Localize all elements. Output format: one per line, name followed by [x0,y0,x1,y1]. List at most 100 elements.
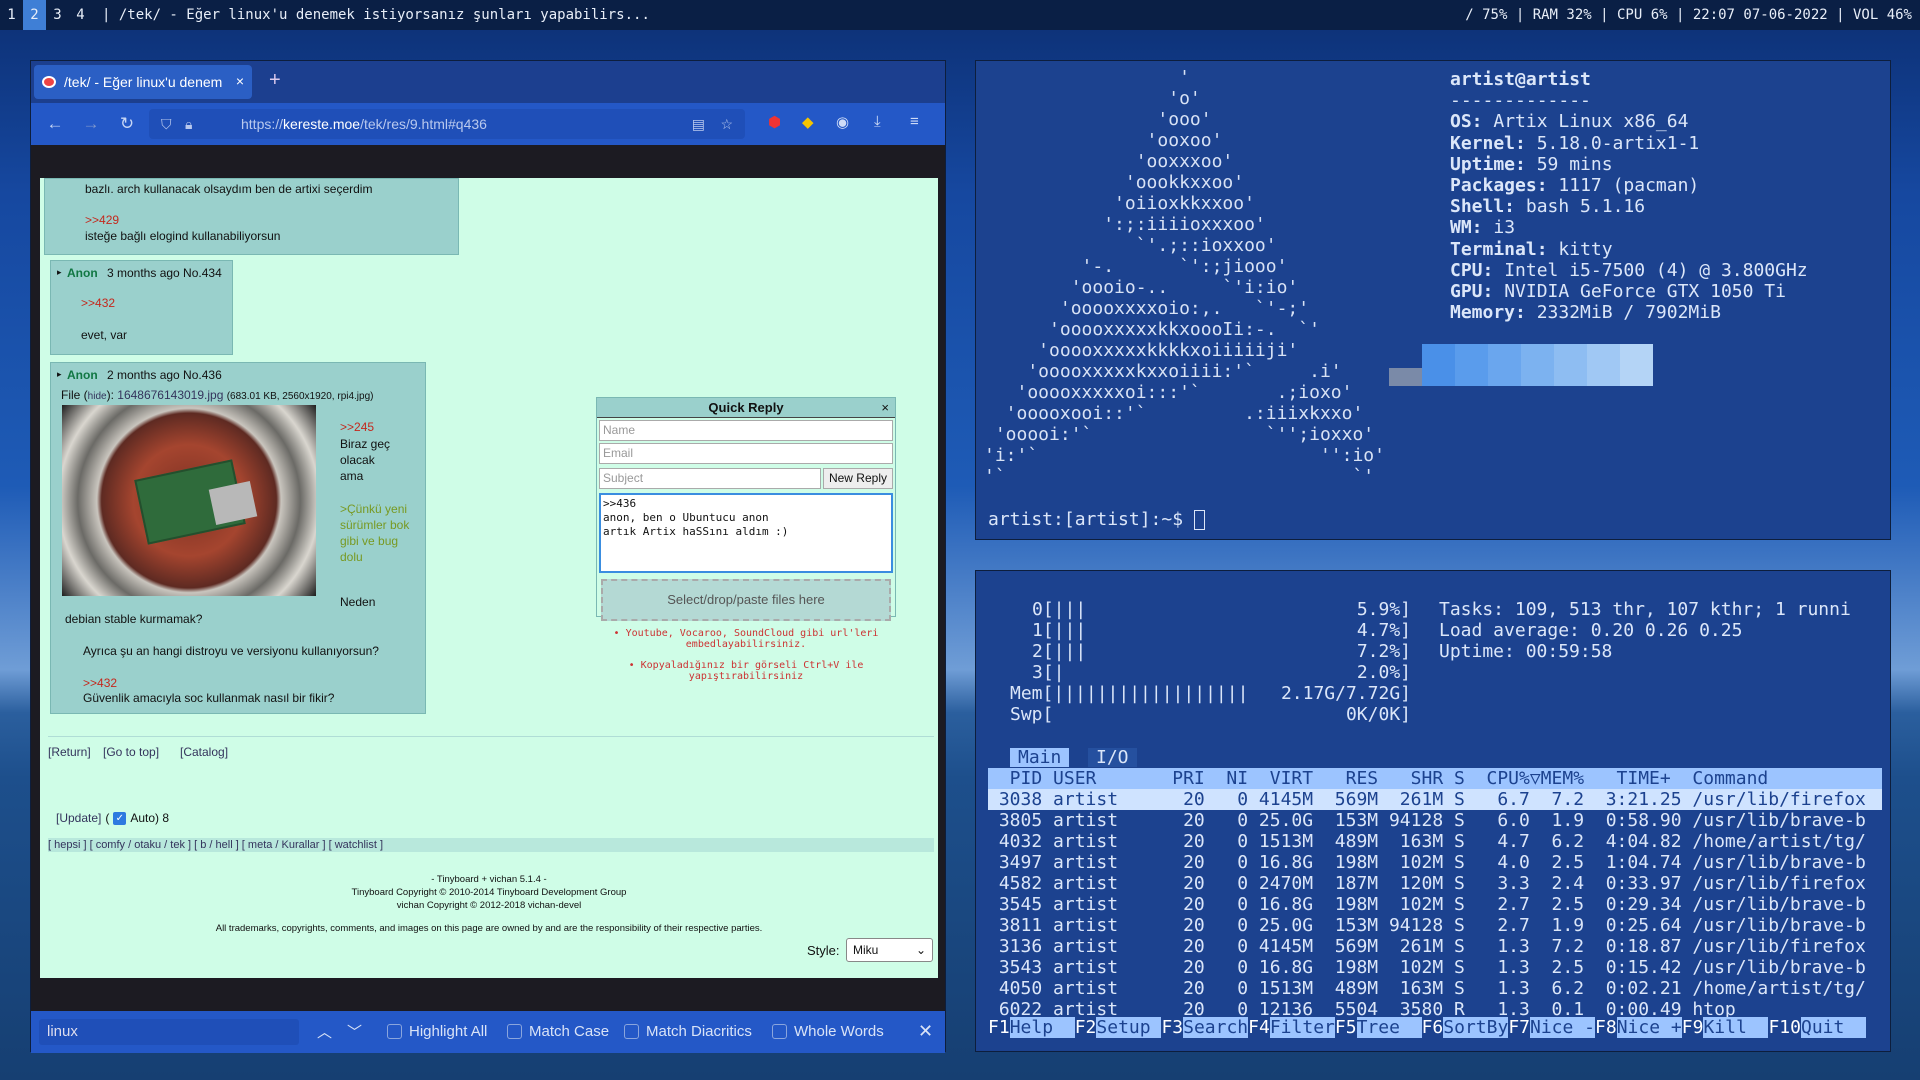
table-row[interactable]: 3545 artist 20 0 16.8G 198M 102M S 2.7 2… [988,894,1882,915]
highlight-all-option[interactable]: Highlight All [387,1023,487,1040]
workspace-1[interactable]: 1 [0,0,23,30]
post-meta[interactable]: 2 months ago No.436 [107,368,222,382]
match-diacritics-option[interactable]: Match Diacritics [624,1023,752,1040]
find-input[interactable]: linux [39,1019,299,1045]
menu-icon[interactable]: ≡ [910,113,919,130]
subject-field[interactable]: Subject [599,468,821,489]
post-quote-link[interactable]: >>245 [340,420,374,434]
whole-words-option[interactable]: Whole Words [772,1023,884,1040]
post-meta[interactable]: 3 months ago No.434 [107,266,222,280]
reader-mode-icon[interactable]: ▤ [692,109,705,139]
function-key[interactable]: F9 [1682,1017,1704,1038]
auto-update-checkbox[interactable]: ✓ [113,811,127,825]
file-link[interactable]: 1648676143019.jpg [117,388,223,402]
hide-file-link[interactable]: hide [88,391,107,402]
function-key-label[interactable]: Quit [1800,1017,1867,1038]
checkbox[interactable] [507,1024,522,1039]
table-row[interactable]: 4582 artist 20 0 2470M 187M 120M S 3.3 2… [988,873,1882,894]
function-key[interactable]: F3 [1161,1017,1183,1038]
function-key[interactable]: F6 [1422,1017,1444,1038]
function-key[interactable]: F7 [1508,1017,1530,1038]
table-row[interactable]: 3805 artist 20 0 25.0G 153M 94128 S 6.0 … [988,810,1882,831]
attached-image-raspberry-pi[interactable] [62,405,316,596]
function-key-label[interactable]: Nice - [1530,1017,1596,1038]
return-link[interactable]: [Return] [48,745,91,759]
function-key[interactable]: F2 [1075,1017,1097,1038]
reply-body-textarea[interactable]: >>436 anon, ben o Ubuntucu anon artık Ar… [599,493,893,573]
catalog-link[interactable]: [Catalog] [180,745,228,759]
board-list-links[interactable]: [ hepsi ] [ comfy / otaku / tek ] [ b / … [48,839,383,851]
process-table-header[interactable]: PID USER PRI NI VIRT RES SHR S CPU%▽MEM%… [988,768,1882,789]
shield-icon[interactable]: ⛉ [161,109,172,139]
function-key-label[interactable]: SortBy [1443,1017,1509,1038]
post-arrow-icon[interactable]: ▸ [57,369,62,380]
download-icon[interactable]: ⤓ [874,113,881,130]
shell-prompt[interactable]: artist:[artist]:~$ [988,509,1205,530]
board-list[interactable]: [ hepsi ] [ comfy / otaku / tek ] [ b / … [48,838,934,852]
table-row[interactable]: 4032 artist 20 0 1513M 489M 163M S 4.7 6… [988,831,1882,852]
workspace-3[interactable]: 3 [46,0,69,30]
function-key[interactable]: F1 [988,1017,1010,1038]
function-key-label[interactable]: Kill [1703,1017,1769,1038]
post-quote-link[interactable]: >>432 [83,676,117,690]
bookmark-star-icon[interactable]: ☆ [720,109,733,139]
back-arrow-icon[interactable]: ← [37,114,73,134]
workspace-4[interactable]: 4 [69,0,92,30]
forward-arrow-icon[interactable]: → [73,114,109,134]
update-link[interactable]: [Update] [56,811,101,825]
function-key-label[interactable]: Nice + [1616,1017,1682,1038]
load-average: Load average: 0.20 0.26 0.25 [1439,620,1743,641]
workspace-2[interactable]: 2 [23,0,46,30]
go-to-top-link[interactable]: [Go to top] [103,745,159,759]
file-drop-zone[interactable]: Select/drop/paste files here [601,579,891,621]
info-value: NVIDIA GeForce GTX 1050 Ti [1504,281,1786,303]
system-info: artist@artist ------------- OS: Artix Li… [1450,69,1808,324]
post-quote-link[interactable]: >>432 [81,296,115,310]
function-key[interactable]: F8 [1595,1017,1617,1038]
new-tab-button[interactable]: + [269,69,281,92]
checkbox[interactable] [624,1024,639,1039]
table-row[interactable]: 3811 artist 20 0 25.0G 153M 94128 S 2.7 … [988,915,1882,936]
function-key-label[interactable]: Filter [1269,1017,1335,1038]
terminal-neofetch[interactable]: ' 'o' 'ooo' 'ooxoo' 'ooxxxoo' 'oookkxxoo… [975,60,1891,540]
post-quote-link[interactable]: >>429 [85,213,119,227]
function-key-label[interactable]: Setup [1096,1017,1162,1038]
post-arrow-icon[interactable]: ▸ [57,267,62,278]
table-row[interactable]: 3136 artist 20 0 4145M 569M 261M S 1.3 7… [988,936,1882,957]
match-case-option[interactable]: Match Case [507,1023,609,1040]
table-row-selected[interactable]: 3038 artist 20 0 4145M 569M 261M S 6.7 7… [988,789,1882,810]
function-key[interactable]: F4 [1248,1017,1270,1038]
function-key[interactable]: F5 [1335,1017,1357,1038]
checkbox[interactable] [387,1024,402,1039]
table-row[interactable]: 3543 artist 20 0 16.8G 198M 102M S 1.3 2… [988,957,1882,978]
reload-icon[interactable]: ↻ [109,114,145,134]
extension-icon[interactable]: ◆ [802,113,814,131]
close-find-icon[interactable]: ✕ [918,1021,933,1042]
function-key-label[interactable]: Search [1183,1017,1249,1038]
tab-active[interactable]: /tek/ - Eğer linux'u denem × [34,65,252,99]
url-bar[interactable]: ⛉ 🔒︎ https://kereste.moe/tek/res/9.html#… [149,109,745,139]
privacy-extension-icon[interactable]: ◉ [836,113,849,131]
lock-icon[interactable]: 🔒︎ [185,109,192,139]
name-field[interactable]: Name [599,420,893,441]
find-previous-icon[interactable]: ︿ [317,1021,332,1042]
terminal-htop[interactable]: 0[||| 1[||| 2[||| 3[| Mem[||||||||||||||… [975,570,1891,1052]
function-key-label[interactable]: Tree [1356,1017,1422,1038]
tab-io[interactable]: I/O [1088,748,1137,767]
quick-reply-header[interactable]: Quick Reply × [597,398,895,418]
ublock-icon[interactable]: ⬢ [768,113,781,131]
greentext: >Çünkü yeni sürümler bok gibi ve bug dol… [340,502,410,564]
function-key[interactable]: F10 [1768,1017,1801,1038]
find-next-icon[interactable]: ﹀ [347,1021,362,1042]
email-field[interactable]: Email [599,443,893,464]
style-select[interactable]: Miku ⌄ [846,938,933,962]
new-reply-button[interactable]: New Reply [822,468,893,489]
tab-close-icon[interactable]: × [236,73,244,89]
checkbox[interactable] [772,1024,787,1039]
color-swatch [1422,344,1455,386]
table-row[interactable]: 3497 artist 20 0 16.8G 198M 102M S 4.0 2… [988,852,1882,873]
tab-main[interactable]: Main [1010,748,1070,767]
quick-reply-close-icon[interactable]: × [881,398,889,418]
function-key-label[interactable]: Help [1009,1017,1075,1038]
table-row[interactable]: 4050 artist 20 0 1513M 489M 163M S 1.3 6… [988,978,1882,999]
